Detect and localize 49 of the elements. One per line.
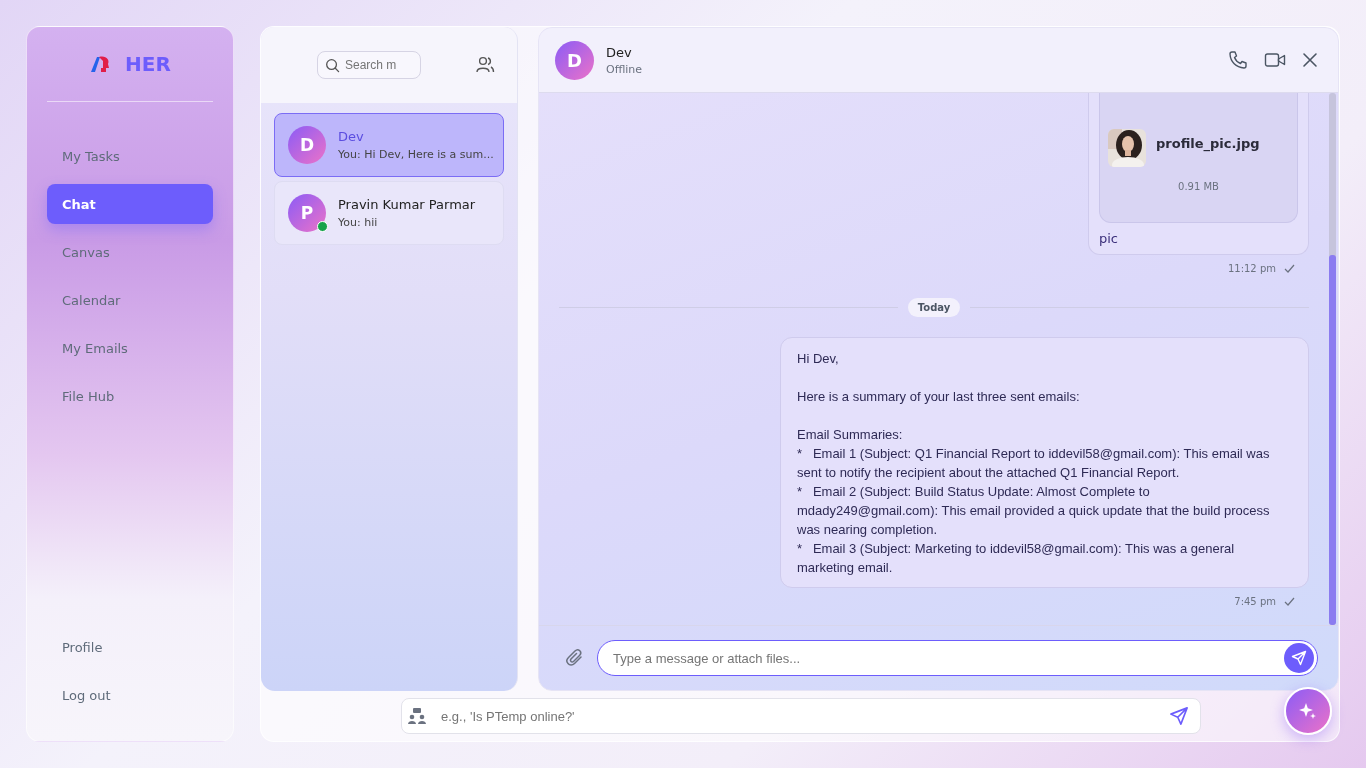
- search-field[interactable]: Search m: [317, 51, 421, 79]
- scrollbar[interactable]: [1329, 93, 1336, 625]
- nav-item[interactable]: File Hub: [47, 376, 213, 416]
- message-text: Here is a summary of your last three sent emails:: [797, 388, 1081, 406]
- assistant-input[interactable]: e.g., 'Is PTemp online?': [401, 698, 1201, 734]
- close-icon[interactable]: [1302, 52, 1318, 68]
- date-label: Today: [907, 298, 961, 317]
- message-preview: You: hii: [338, 216, 379, 229]
- nav-item[interactable]: Log out: [47, 675, 213, 715]
- bullet-item: * Email 3 (Subject: Marketing to iddevil58@gmail.com): This was a general marketing email.: [797, 540, 1236, 577]
- send-icon[interactable]: [1169, 706, 1189, 726]
- nav-item[interactable]: My Tasks: [47, 136, 213, 176]
- contact-name: Pravin Kumar Parmar: [338, 197, 476, 212]
- message-text: Hi Dev,: [797, 350, 840, 368]
- avatar: D: [288, 126, 326, 164]
- nav-item[interactable]: My Emails: [47, 328, 213, 368]
- avatar: D: [555, 40, 594, 80]
- check-icon: [1284, 597, 1295, 606]
- bullet-item: * Email 2 (Subject: Build Status Update: Almost Complete to mdady249@gmail.com): This email provided a quick update that the build process was nearing completion.: [797, 483, 1271, 539]
- people-icon: [407, 707, 427, 725]
- sparkle-icon: [1298, 701, 1318, 721]
- file-name: profile_pic.jpg: [1156, 135, 1260, 151]
- contact-item[interactable]: D Dev You: Hi Dev, Here is a sum...: [274, 113, 504, 177]
- send-icon: [1291, 650, 1307, 666]
- phone-icon[interactable]: [1228, 50, 1248, 70]
- contact-status: Offline: [606, 62, 643, 76]
- paperclip-icon[interactable]: [565, 648, 585, 668]
- message-text: Email Summaries:: [797, 426, 904, 444]
- nav-item[interactable]: Profile: [47, 627, 213, 667]
- message-time: 7:45 pm: [1234, 596, 1276, 607]
- assistant-button[interactable]: [1284, 687, 1332, 735]
- nav-item[interactable]: Chat: [47, 184, 213, 224]
- contact-item[interactable]: P Pravin Kumar Parmar You: hii: [274, 181, 504, 245]
- message-time: 11:12 pm: [1227, 263, 1276, 274]
- message-text: pic: [1099, 231, 1119, 246]
- people-icon[interactable]: [475, 55, 495, 75]
- brand-name: HER: [125, 52, 171, 76]
- bullet-item: * Email 1 (Subject: Q1 Financial Report to iddevil58@gmail.com): This email was sent to notify the recipient about the attached Q1 Financial Report.: [797, 445, 1271, 482]
- avatar: P: [288, 194, 326, 232]
- message-input[interactable]: Type a message or attach files...: [597, 640, 1318, 676]
- contact-name: Dev: [338, 129, 365, 144]
- contact-name: Dev: [606, 44, 633, 60]
- file-size: 0.91 MB: [1177, 181, 1220, 192]
- check-icon: [1284, 264, 1295, 273]
- file-card[interactable]: profile_pic.jpg 0.91 MB: [1099, 93, 1298, 223]
- search-icon: [325, 58, 340, 73]
- nav-item[interactable]: Canvas: [47, 232, 213, 272]
- nav-item[interactable]: Calendar: [47, 280, 213, 320]
- video-icon[interactable]: [1264, 51, 1286, 69]
